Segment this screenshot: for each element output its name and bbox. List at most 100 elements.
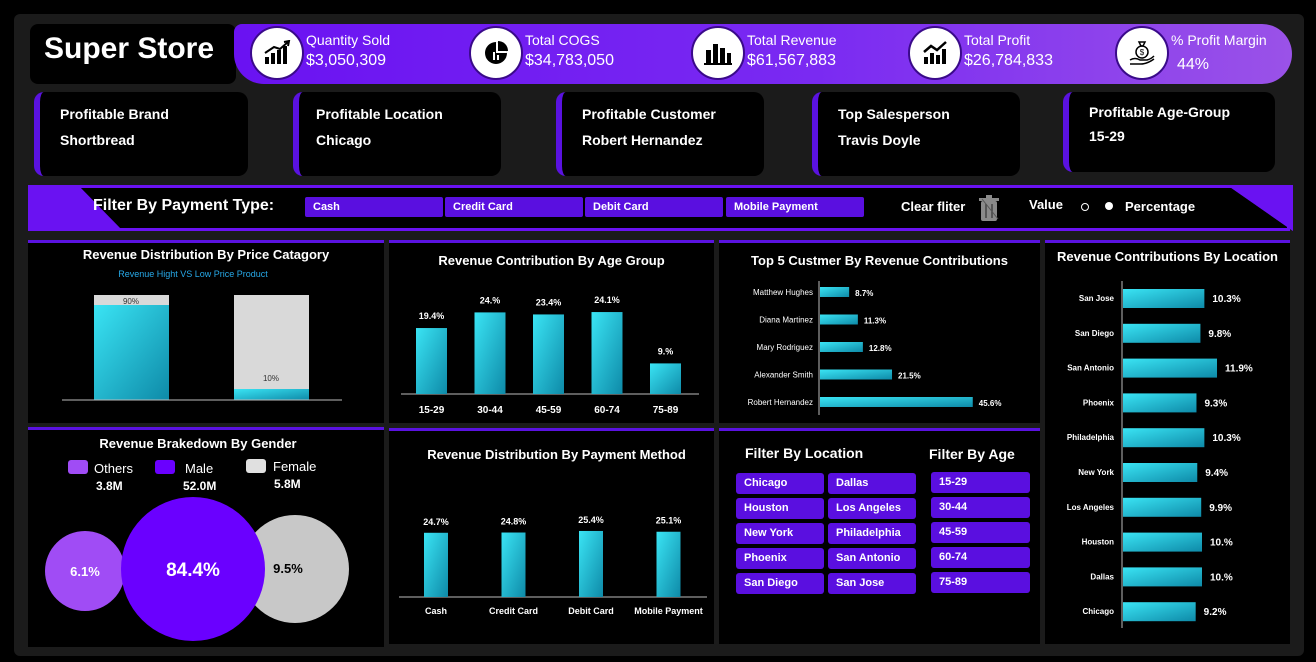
location-bar [1123,358,1218,378]
location-bar [1123,497,1202,517]
location-option-philadelphia[interactable]: Philadelphia [828,523,916,544]
location-tick-label: New York [1078,468,1114,477]
location-bar [1123,323,1201,343]
panel-payment-method: Revenue Distribution By Payment Method 2… [389,428,714,644]
age-bar-label: 9.% [658,346,674,356]
location-option-san-jose[interactable]: San Jose [828,573,916,594]
customer-bar-label: 11.3% [864,317,886,326]
clear-filter-button[interactable]: Clear fliter [901,199,965,214]
card-top-salesperson: Top Salesperson Travis Doyle [812,92,1020,176]
bubble-label-male: 84.4% [166,560,220,581]
location-option-dallas[interactable]: Dallas [828,473,916,494]
value-option-label: Value [1029,197,1063,212]
age-option-75-89[interactable]: 75-89 [931,572,1030,593]
location-bar [1123,567,1202,587]
payment-filter-bar: Filter By Payment Type: Cash Credit Card… [28,185,1293,231]
filter-debit-card[interactable]: Debit Card [585,197,723,217]
age-option-45-59[interactable]: 45-59 [931,522,1030,543]
pie-chart-icon [469,26,523,80]
customer-bar [820,287,850,297]
location-tick-label: Los Angeles [1067,503,1115,512]
customer-bar [820,397,973,407]
payment-tick-label: Cash [425,606,447,616]
age-option-60-74[interactable]: 60-74 [931,547,1030,568]
customer-bar [820,369,893,380]
location-bar-label: 11.9% [1225,364,1253,375]
kpi-label: Total Profit [964,32,1031,48]
location-option-new-york[interactable]: New York [736,523,824,544]
card-value: Travis Doyle [838,132,921,148]
payment-bar [579,530,603,597]
age-bar [650,363,681,394]
kpi-value: $61,567,883 [747,52,836,69]
customer-tick-label: Matthew Hughes [753,288,813,297]
customer-bar-label: 21.5% [898,372,921,381]
panel-gender: Revenue Brakedown By Gender Others 3.8M … [28,427,384,647]
filter-credit-card[interactable]: Credit Card [445,197,583,217]
location-bar-label: 9.3% [1204,398,1227,409]
customer-tick-label: Alexander Smith [754,371,813,380]
payment-bar-label: 25.1% [656,516,682,526]
location-bar-label: 9.8% [1208,329,1231,340]
location-option-san-antonio[interactable]: San Antonio [828,548,916,569]
card-label: Profitable Brand [60,106,169,122]
card-value: Chicago [316,132,372,148]
age-tick-label: 15-29 [419,405,445,416]
card-label: Profitable Customer [582,106,716,122]
age-bar-label: 23.4% [536,297,562,307]
trash-filter-icon[interactable] [977,193,1001,223]
customer-tick-label: Mary Rodriguez [757,343,813,352]
location-tick-label: Phoenix [1083,398,1115,407]
app-title: Super Store [44,32,215,65]
kpi-label: Total Revenue [747,32,837,48]
price-bar-low-2 [234,389,309,400]
age-bar [533,314,564,394]
payment-bar [424,532,448,597]
age-bar [416,328,447,394]
location-option-san-diego[interactable]: San Diego [736,573,824,594]
panel-location-revenue: Revenue Contributions By Location San Jo… [1045,240,1290,644]
bubble-label-others: 6.1% [70,564,100,579]
customer-bar-label: 45.6% [979,399,1002,408]
kpi-label: % Profit Margin [1171,32,1267,48]
payment-tick-label: Mobile Payment [634,606,703,616]
filter-mobile-payment[interactable]: Mobile Payment [726,197,864,217]
location-bar-label: 10.% [1210,572,1233,583]
age-bar-label: 19.4% [419,311,445,321]
price-category-chart: 90% 10% [62,295,342,401]
app-title-box: Super Store [30,24,236,84]
location-tick-label: Dallas [1090,572,1114,581]
top-customers-chart: Matthew Hughes 8.7% Diana Martinez 11.3% Mar… [748,281,1002,415]
age-bar [474,312,506,394]
card-value: Shortbread [60,132,135,148]
customer-tick-label: Diana Martinez [759,316,813,325]
age-bar [591,312,623,394]
location-option-phoenix[interactable]: Phoenix [736,548,824,569]
customer-bar [820,342,863,352]
age-tick-label: 45-59 [536,405,562,416]
filter-cash[interactable]: Cash [305,197,443,217]
location-bar [1123,393,1197,413]
location-tick-label: San Jose [1079,294,1115,303]
location-option-chicago[interactable]: Chicago [736,473,824,494]
payment-bar [656,531,681,597]
svg-text:$: $ [1140,48,1145,57]
customer-bar-label: 12.8% [869,344,892,353]
age-option-15-29[interactable]: 15-29 [931,472,1030,493]
location-tick-label: San Antonio [1067,364,1114,373]
location-bar [1123,602,1196,622]
value-radio[interactable] [1081,203,1089,211]
percentage-radio[interactable] [1105,202,1113,210]
location-tick-label: Chicago [1082,607,1114,616]
card-profitable-customer: Profitable Customer Robert Hernandez [556,92,764,176]
age-option-30-44[interactable]: 30-44 [931,497,1030,518]
customer-bar [820,314,858,325]
payment-tick-label: Debit Card [568,606,614,616]
card-label: Profitable Age-Group [1089,104,1231,120]
location-option-houston[interactable]: Houston [736,498,824,519]
card-label: Top Salesperson [838,106,950,122]
kpi-value: $34,783,050 [525,52,614,69]
kpi-value: 44% [1177,56,1210,73]
location-option-los-angeles[interactable]: Los Angeles [828,498,916,519]
bar-chart-icon [691,26,745,80]
